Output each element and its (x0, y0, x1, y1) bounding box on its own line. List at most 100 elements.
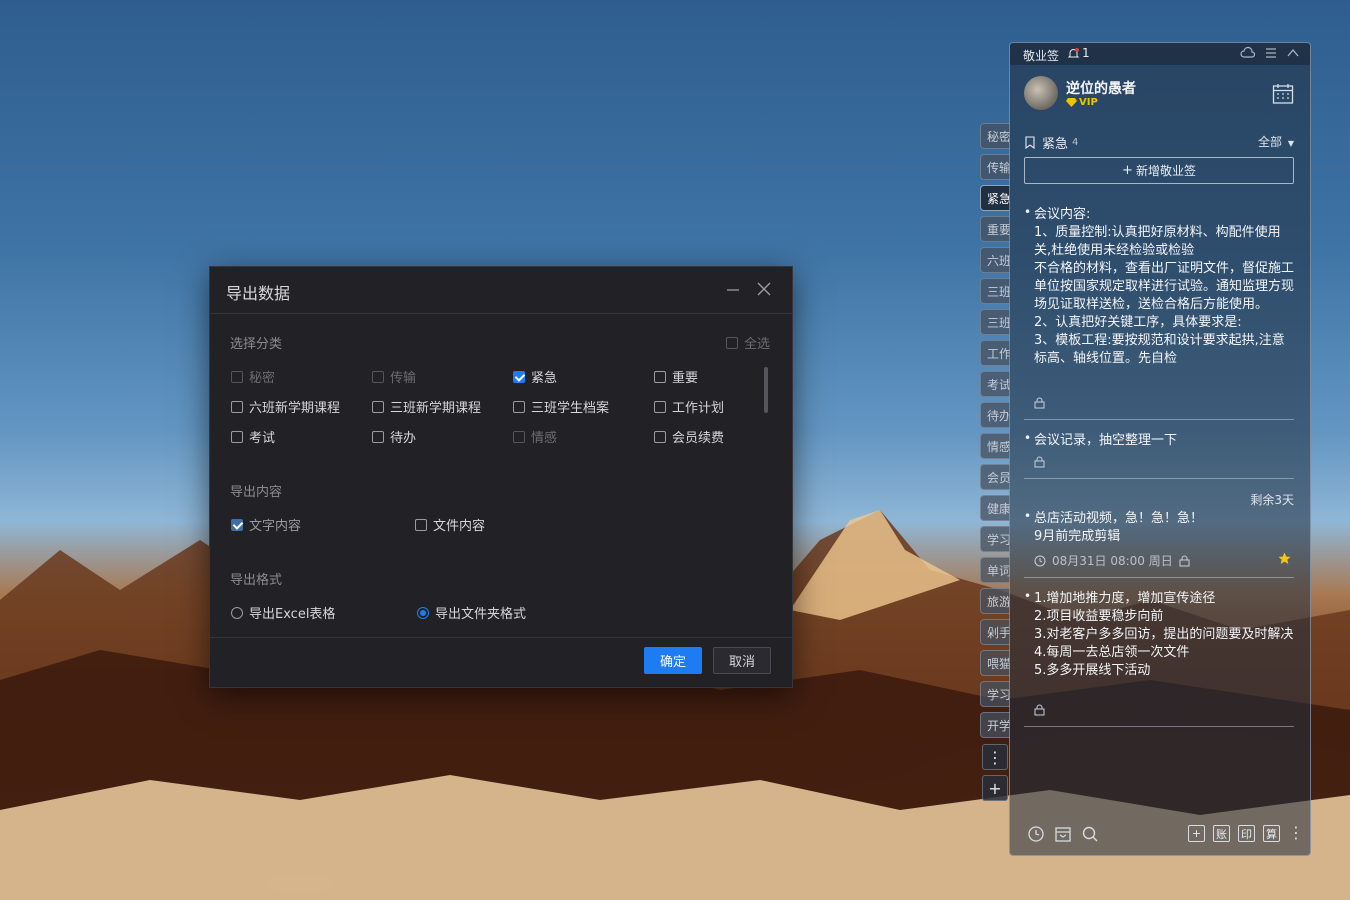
side-tab[interactable]: 紧急 (980, 185, 1010, 211)
category-label: 情感 (531, 431, 558, 446)
note-meta (1034, 704, 1045, 716)
format-excel-radio[interactable]: 导出Excel表格 (231, 603, 335, 622)
category-checkbox-todo[interactable]: 待办 (372, 427, 416, 446)
side-tab[interactable]: 重要 (980, 216, 1010, 242)
select-all-checkbox[interactable]: 全选 (726, 333, 770, 352)
checkbox-box (231, 400, 243, 413)
side-tab[interactable]: 单词 (980, 557, 1010, 583)
close-icon[interactable] (756, 281, 772, 297)
category-checkbox-emotion[interactable]: 情感 (513, 427, 557, 446)
add-icon[interactable]: + (1188, 825, 1205, 842)
category-count: 4 (1072, 137, 1079, 148)
calculator-button[interactable]: 算 (1263, 825, 1280, 842)
note-item[interactable]: 1.增加地推力度，增加宣传途径 2.项目收益要稳步向前 3.对老客户多多回访，提… (1024, 587, 1294, 680)
category-label: 六班新学期课程 (249, 401, 341, 416)
star-icon[interactable] (1278, 552, 1291, 565)
side-tab[interactable]: 开学 (980, 712, 1010, 738)
note-divider (1024, 726, 1294, 727)
category-checkbox-transfer[interactable]: 传输 (372, 367, 416, 386)
format-folder-radio[interactable]: 导出文件夹格式 (417, 603, 526, 622)
notification-bell[interactable]: 1 (1067, 46, 1090, 60)
content-text-label: 文字内容 (249, 519, 302, 534)
category-checkbox-class3[interactable]: 三班新学期课程 (372, 397, 481, 416)
side-tab[interactable]: 学习 (980, 526, 1010, 552)
avatar[interactable] (1024, 76, 1058, 110)
lock-icon (1034, 456, 1045, 468)
note-item[interactable]: 总店活动视频，急！急！急！ 9月前完成剪辑 (1024, 507, 1294, 546)
side-tab[interactable]: 会员 (980, 464, 1010, 490)
checkbox-box (231, 370, 243, 383)
note-item[interactable]: 会议内容: 1、质量控制:认真把好原材料、构配件使用关,杜绝使用未经检验或检验 … (1024, 206, 1294, 388)
category-checkbox-work-plan[interactable]: 工作计划 (654, 397, 724, 416)
category-label: 秘密 (249, 371, 276, 386)
ledger-button[interactable]: 账 (1213, 825, 1230, 842)
more-vertical-icon[interactable]: ⋮ (982, 744, 1008, 770)
user-name[interactable]: 逆位的愚者 (1066, 78, 1136, 98)
checkbox-box (513, 370, 525, 383)
checkbox-box (513, 430, 525, 443)
archive-icon[interactable] (1054, 825, 1072, 843)
collapse-up-icon[interactable] (1286, 46, 1300, 60)
side-tab[interactable]: 考试 (980, 371, 1010, 397)
category-label: 考试 (249, 431, 276, 446)
calendar-icon[interactable] (1272, 83, 1294, 105)
add-note-button[interactable]: + 新增敬业签 (1024, 157, 1294, 184)
side-tab[interactable]: 情感 (980, 433, 1010, 459)
category-scrollbar[interactable] (764, 367, 768, 413)
checkbox-box (415, 518, 427, 531)
side-tab[interactable]: 六班 (980, 247, 1010, 273)
confirm-button[interactable]: 确定 (644, 647, 702, 674)
lock-icon (1179, 555, 1190, 566)
print-button[interactable]: 印 (1238, 825, 1255, 842)
export-content-label: 导出内容 (230, 485, 283, 500)
category-label: 三班学生档案 (531, 401, 610, 416)
export-format-label: 导出格式 (230, 573, 283, 588)
side-tab[interactable]: 剁手 (980, 619, 1010, 645)
search-icon[interactable] (1081, 825, 1099, 843)
menu-icon[interactable] (1264, 46, 1278, 60)
category-checkbox-class3-archive[interactable]: 三班学生档案 (513, 397, 609, 416)
side-tab[interactable]: 三班 (980, 309, 1010, 335)
bell-icon (1067, 47, 1080, 57)
note-meta (1034, 397, 1045, 409)
side-tab[interactable]: 旅游 (980, 588, 1010, 614)
dialog-header: 导出数据 (210, 267, 792, 314)
content-text-checkbox[interactable]: 文字内容 (231, 515, 301, 534)
cancel-button[interactable]: 取消 (713, 647, 771, 674)
category-checkbox-secret[interactable]: 秘密 (231, 367, 275, 386)
diamond-icon (1066, 98, 1077, 107)
radio-circle (231, 606, 243, 619)
note-meta: 08月31日 08:00 周日 (1034, 552, 1190, 569)
side-tab[interactable]: 传输 (980, 154, 1010, 180)
checkbox-box (231, 518, 243, 531)
note-meta (1034, 456, 1045, 468)
side-tab[interactable]: 三班 (980, 278, 1010, 304)
category-checkbox-class6[interactable]: 六班新学期课程 (231, 397, 340, 416)
checkbox-box (372, 400, 384, 413)
cloud-sync-icon[interactable] (1240, 46, 1256, 60)
category-checkbox-exam[interactable]: 考试 (231, 427, 275, 446)
side-tab[interactable]: 学习 (980, 681, 1010, 707)
side-tab[interactable]: 健康 (980, 495, 1010, 521)
filter-dropdown[interactable]: 全部 ▼ (1258, 133, 1294, 150)
note-divider (1024, 478, 1294, 479)
checkbox-box (654, 400, 666, 413)
note-item[interactable]: 会议记录，抽空整理一下 (1024, 429, 1294, 450)
side-tab[interactable]: 秘密 (980, 123, 1010, 149)
category-label: 传输 (390, 371, 417, 386)
history-clock-icon[interactable] (1027, 825, 1045, 843)
side-tab[interactable]: 工作 (980, 340, 1010, 366)
category-checkbox-membership[interactable]: 会员续费 (654, 427, 724, 446)
content-file-checkbox[interactable]: 文件内容 (415, 515, 485, 534)
lock-icon (1034, 704, 1045, 716)
vip-badge: VIP (1066, 97, 1098, 108)
side-tab[interactable]: 喂猫 (980, 650, 1010, 676)
side-tab[interactable]: 待办 (980, 402, 1010, 428)
checkbox-box (654, 370, 666, 383)
add-category-icon[interactable]: + (982, 775, 1008, 801)
category-checkbox-important[interactable]: 重要 (654, 367, 698, 386)
more-vertical-icon[interactable]: ⋮ (1288, 823, 1304, 842)
minimize-icon[interactable] (726, 283, 740, 297)
note-text: 总店活动视频，急！急！急！ 9月前完成剪辑 (1024, 507, 1294, 546)
category-checkbox-urgent[interactable]: 紧急 (513, 367, 557, 386)
